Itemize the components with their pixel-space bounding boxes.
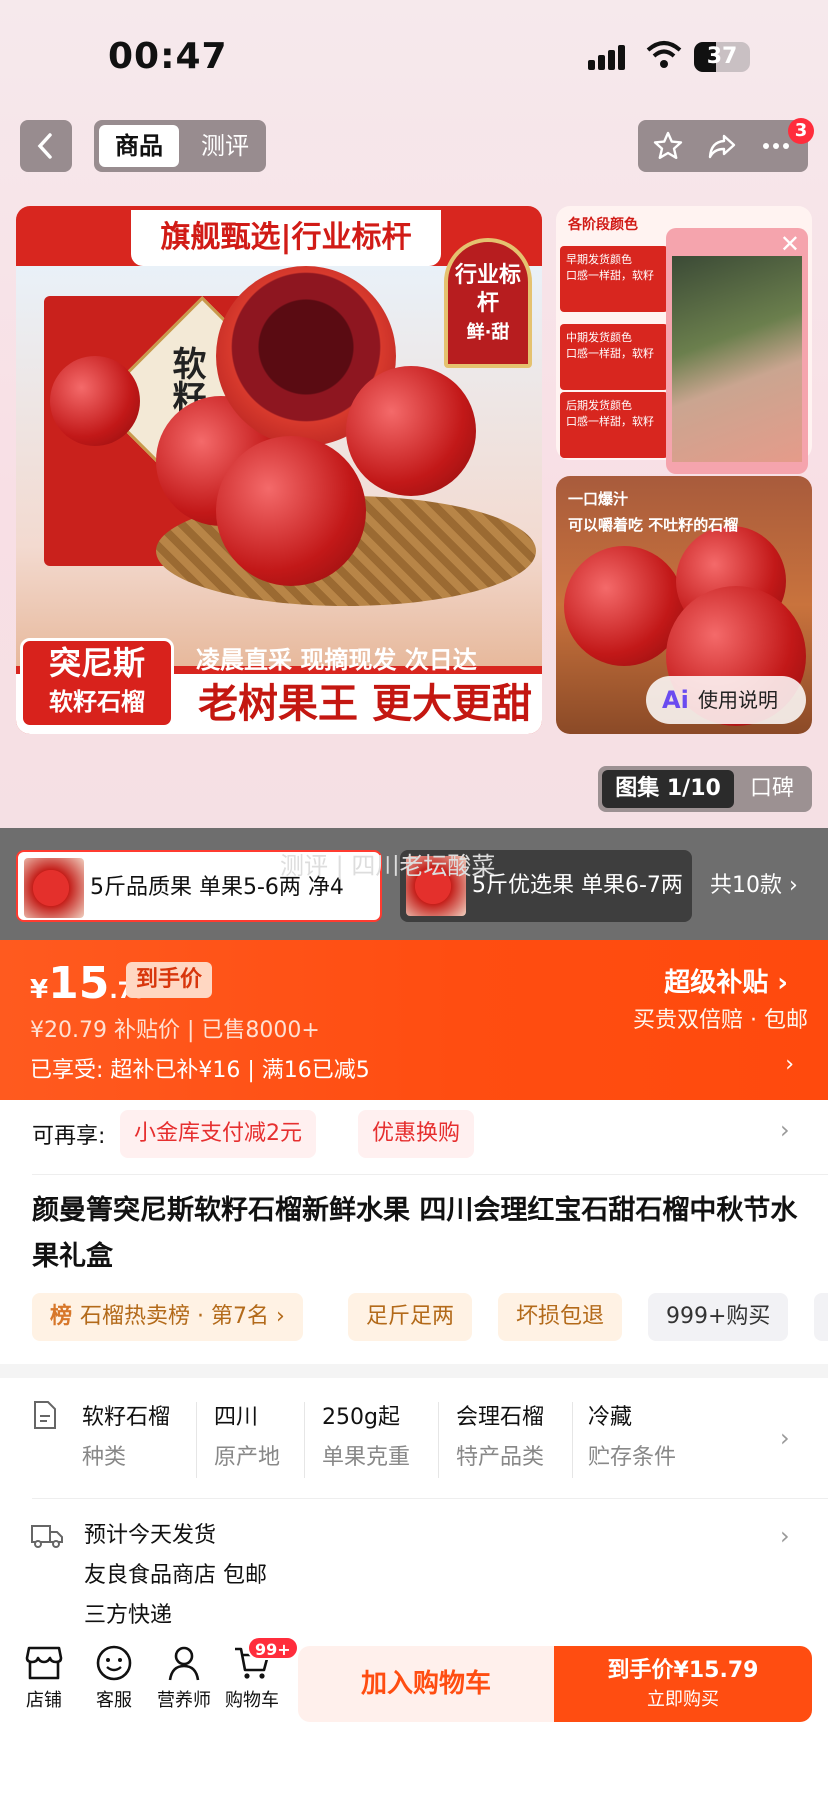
buy-now-button[interactable]: 到手价¥15.79 立即购买 [554,1646,812,1722]
award-badge: 行业标杆 鲜·甜 [444,238,532,368]
image-strip: 凌晨直采 现摘现发 次日达 [196,646,477,674]
cart-badge: 99+ [247,1636,299,1660]
nutritionist-button[interactable]: 营养师 [148,1644,220,1712]
service-tag-partial [814,1293,828,1341]
chevron-left-icon [37,133,52,159]
courier: 三方快递 [84,1603,173,1628]
chat-face-icon [96,1645,132,1681]
favorite-star-icon[interactable] [652,130,684,162]
tab-goods[interactable]: 商品 [99,125,179,167]
pomegranate [346,366,476,496]
shop-shipping: 友良食品商店 包邮 [84,1563,267,1588]
sales-tag: 999+购买 [648,1293,789,1341]
ai-icon: Ai [662,686,689,714]
chevron-right-icon[interactable]: › [780,1522,790,1550]
offers-label: 可再享: [32,1124,106,1149]
attribute-item: 冷藏 贮存条件 [588,1405,677,1470]
price-block[interactable]: ¥15.79 到手价 ¥20.79 补贴价 | 已售8000+ 已享受: 超补已… [0,940,828,1100]
sku-thumbnail [24,858,84,918]
person-icon [168,1646,200,1681]
more-icon[interactable] [760,130,792,162]
gallery-counter[interactable]: 图集 1/10 [602,770,734,808]
back-button[interactable] [20,120,72,172]
rank-tag[interactable]: 榜石榴热卖榜 · 第7名 › [32,1293,303,1341]
status-time: 00:47 [108,36,228,77]
phase-early: 早期发货颜色 口感一样甜，软籽 [560,246,668,312]
wifi-icon [646,41,682,68]
customer-service-button[interactable]: 客服 [78,1644,150,1712]
original-price-line: ¥20.79 补贴价 | 已售8000+ [30,1018,320,1043]
service-tag: 足斤足两 [348,1293,473,1341]
document-icon [34,1401,56,1429]
shipping-row[interactable]: 预计今天发货 友良食品商店 包邮 三方快递 › [0,1500,828,1650]
divider [572,1402,573,1478]
truck-icon [31,1525,63,1548]
offers-row[interactable]: 可再享: 小金库支付减2元 优惠换购 › [0,1100,828,1176]
pomegranate [216,436,366,586]
battery-icon: 37 [694,42,750,72]
divider [438,1402,439,1478]
sku-more-link[interactable]: 共10款 › [710,850,798,922]
shop-button[interactable]: 店铺 [8,1644,80,1712]
chevron-right-icon[interactable]: › [780,1424,790,1452]
divider [32,1174,828,1175]
service-tag: 坏损包退 [498,1293,623,1341]
pomegranate [50,356,140,446]
offer-pill[interactable]: 小金库支付减2元 [120,1110,316,1158]
price-tag: 到手价 [126,962,213,998]
add-to-cart-button[interactable]: 加入购物车 [298,1646,554,1722]
rank-icon: 榜 [50,1304,73,1329]
sku-selector: 5斤品质果 单果5-6两 净4 5斤优选果 单果6-7两 测评 | 四川老坛酸菜… [0,828,828,940]
usage-guide-button[interactable]: Ai 使用说明 [646,676,806,724]
phase-mid: 中期发货颜色 口感一样甜，软籽 [560,324,668,390]
watermark-text: 测评 | 四川老坛酸菜 [280,852,496,880]
thumb-caption: 一口爆汁 可以嚼着吃 不吐籽的石榴 [568,490,739,534]
thumb-title: 各阶段颜色 [568,217,638,233]
header-actions [638,120,808,172]
shop-icon [25,1646,63,1680]
divider [196,1402,197,1478]
header-tabs: 商品 测评 [94,120,266,172]
tab-review[interactable]: 测评 [190,125,260,167]
phase-late: 后期发货颜色 口感一样甜，软籽 [560,392,668,458]
attribute-item: 软籽石榴 种类 [82,1405,171,1470]
bottom-action-bar: 店铺 客服 营养师 购物车 99+ 加入购物车 到手价¥15.79 立即购买 [0,1636,828,1734]
share-icon[interactable] [706,130,738,162]
guarantee-text: 买贵双倍赔 · 包邮 [633,1008,808,1033]
floating-video[interactable]: ✕ [666,228,808,474]
chevron-right-icon[interactable]: › [780,1116,790,1144]
thumbnail-juicy[interactable]: 一口爆汁 可以嚼着吃 不吐籽的石榴 Ai 使用说明 [556,476,812,734]
image-banner: 旗舰甄选|行业标杆 [131,210,441,266]
main-product-image[interactable]: 旗舰甄选|行业标杆 软籽 行业标杆 鲜·甜 凌晨直采 现摘现发 次日达 老树果王 … [16,206,542,734]
signal-icon [588,44,632,70]
origin-tag: 突尼斯 软籽石榴 [20,638,174,728]
super-subsidy-link[interactable]: 超级补贴 › [664,962,788,999]
product-title: 颜曼箐突尼斯软籽石榴新鲜水果 四川会理红宝石甜石榴中秋节水果礼盒 [32,1195,798,1272]
notification-badge: 3 [788,118,814,144]
close-icon[interactable]: ✕ [780,230,800,258]
battery-level: 37 [706,44,738,69]
discount-line: 已享受: 超补已补¥16 | 满16已减5 [30,1058,370,1083]
offer-pill[interactable]: 优惠换购 [358,1110,475,1158]
video-frame [672,256,802,462]
gallery-switch: 图集 1/10 口碑 [598,766,812,812]
attribute-item: 会理石榴 特产品类 [456,1405,545,1470]
delivery-estimate: 预计今天发货 [84,1523,217,1548]
divider [32,1498,828,1499]
koubei-tab[interactable]: 口碑 [750,770,794,808]
divider [304,1402,305,1478]
chevron-right-icon[interactable]: › [785,1052,794,1077]
attribute-item: 250g起 单果克重 [322,1405,411,1470]
attribute-item: 四川 原产地 [214,1405,281,1470]
section-divider [0,1364,828,1378]
attributes-row[interactable]: 软籽石榴 种类 四川 原产地 250g起 单果克重 会理石榴 特产品类 冷藏 贮存条件 › [0,1378,828,1498]
